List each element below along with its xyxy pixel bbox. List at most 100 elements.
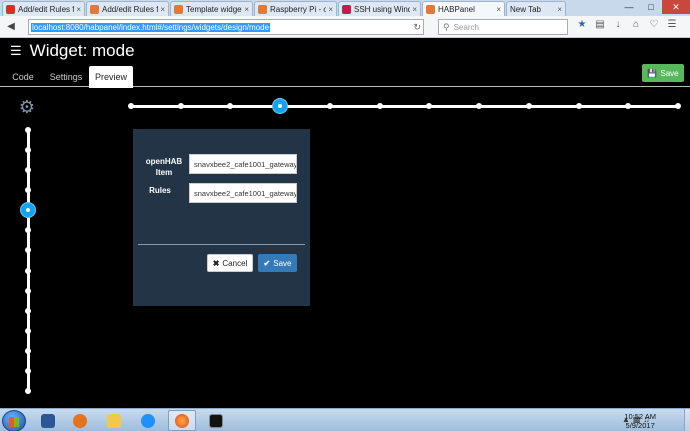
slider-step-dot[interactable] — [25, 268, 31, 274]
slider-step-dot[interactable] — [25, 167, 31, 173]
browser-tab[interactable]: Add/edit Rules fro× — [2, 1, 85, 16]
slider-step-dot[interactable] — [576, 103, 582, 109]
slider-step-dot[interactable] — [25, 147, 31, 153]
browser-tab[interactable]: New Tab × — [506, 1, 566, 16]
slider-step-dot[interactable] — [128, 103, 134, 109]
dialog-save-button[interactable]: ✔ Save — [258, 254, 297, 272]
bookmark-star-icon[interactable]: ★ — [576, 19, 588, 30]
save-widget-label: Save — [660, 68, 679, 78]
slider-step-dot[interactable] — [25, 388, 31, 394]
slider-step-dot[interactable] — [25, 308, 31, 314]
slider-step-dot[interactable] — [526, 103, 532, 109]
slider-step-dot[interactable] — [178, 103, 184, 109]
browser-tab-label: Add/edit Rules fro — [102, 4, 159, 14]
browser-tab-label: HABPanel — [438, 4, 475, 14]
tab-close-icon[interactable]: × — [244, 5, 249, 14]
browser-search-box[interactable]: ⚲ Search — [438, 19, 568, 35]
slider-step-dot[interactable] — [675, 103, 681, 109]
slider-step-dot[interactable] — [327, 103, 333, 109]
internet-explorer-app-icon[interactable] — [134, 410, 162, 431]
dialog-divider — [138, 244, 305, 245]
dialog-save-label: Save — [273, 258, 292, 268]
clock-date: 5/9/2017 — [625, 421, 655, 430]
slider-step-dot[interactable] — [377, 103, 383, 109]
slider-step-dot[interactable] — [25, 368, 31, 374]
slider-step-dot[interactable] — [227, 103, 233, 109]
cancel-button[interactable]: ✖ Cancel — [207, 254, 253, 272]
url-text: localhost:8080/habpanel/index.html#/sett… — [31, 22, 271, 32]
browser-tab[interactable]: HABPanel × — [422, 1, 505, 16]
tab-preview[interactable]: Preview — [89, 66, 133, 88]
browser-tab-label: Raspberry Pi - ope — [270, 4, 326, 14]
openhab-item-input[interactable]: snavxbee2_cafe1001_gateway_0001 — [189, 154, 297, 174]
favicon-icon — [6, 4, 15, 14]
checkmark-icon: ✔ — [263, 258, 271, 268]
clock-time: 10:52 AM — [624, 412, 656, 421]
media-player-app-icon[interactable] — [66, 410, 94, 431]
downloads-icon[interactable]: ↓ — [612, 19, 624, 30]
tab-close-icon[interactable]: × — [412, 5, 417, 14]
slider-step-dot[interactable] — [25, 288, 31, 294]
firefox-app-icon[interactable] — [168, 410, 196, 431]
browser-tab-label: Add/edit Rules fro — [18, 4, 75, 14]
browser-tab[interactable]: Template widget × — [170, 1, 253, 16]
menu-icon[interactable]: ☰ — [666, 19, 678, 30]
slider-step-dot[interactable] — [25, 348, 31, 354]
vertical-slider-track[interactable] — [20, 127, 36, 394]
file-explorer-app-icon[interactable] — [100, 410, 128, 431]
horizontal-slider-track[interactable] — [128, 98, 681, 114]
hamburger-menu-icon[interactable]: ☰ — [10, 43, 22, 59]
browser-tab[interactable]: Raspberry Pi - ope× — [254, 1, 337, 16]
gear-icon[interactable]: ⚙ — [18, 98, 36, 116]
tab-code[interactable]: Code — [6, 66, 40, 88]
favicon-icon — [426, 4, 435, 14]
slider-step-dot[interactable] — [25, 187, 31, 193]
bookmarks-list-icon[interactable]: ▤ — [594, 19, 606, 30]
window-controls: — □ ✕ — [618, 0, 690, 14]
search-placeholder: Search — [453, 22, 479, 32]
maximize-icon[interactable]: □ — [640, 0, 662, 14]
slider-step-dot[interactable] — [25, 247, 31, 253]
tab-close-icon[interactable]: × — [76, 5, 81, 14]
home-icon[interactable]: ⌂ — [630, 19, 642, 30]
save-disk-icon: 💾 — [647, 68, 658, 78]
clock[interactable]: 10:52 AM 5/9/2017 — [624, 412, 656, 430]
favicon-icon — [90, 4, 99, 14]
close-icon: ✖ — [212, 258, 220, 268]
rules-label: Rules — [149, 186, 171, 195]
openhab-item-label: openHAB Item — [141, 156, 187, 178]
save-widget-button[interactable]: 💾 Save — [642, 64, 684, 82]
start-button[interactable] — [2, 410, 26, 431]
tab-close-icon[interactable]: × — [496, 5, 501, 14]
app-header: ☰ Widget: mode — [0, 38, 690, 64]
reload-icon[interactable]: ↻ — [413, 22, 421, 33]
browser-tab[interactable]: Add/edit Rules fro× — [86, 1, 169, 16]
favicon-icon — [174, 4, 183, 14]
slider-handle[interactable] — [272, 98, 288, 114]
tab-close-icon[interactable]: × — [557, 5, 562, 14]
show-desktop-button[interactable] — [684, 409, 690, 431]
slider-step-dot[interactable] — [25, 127, 31, 133]
slider-step-dot[interactable] — [625, 103, 631, 109]
browser-tab-label: SSH using Windo — [354, 4, 410, 14]
word-app-icon[interactable] — [34, 410, 62, 431]
address-bar[interactable]: localhost:8080/habpanel/index.html#/sett… — [28, 19, 424, 35]
rules-input[interactable]: snavxbee2_cafe1001_gateway_0001 — [189, 183, 297, 203]
slider-handle[interactable] — [20, 202, 36, 218]
openhab-item-label-line1: openHAB — [145, 157, 183, 166]
tab-close-icon[interactable]: × — [160, 5, 165, 14]
minimize-icon[interactable]: — — [618, 0, 640, 14]
tab-settings[interactable]: Settings — [44, 66, 88, 88]
tab-close-icon[interactable]: × — [328, 5, 333, 14]
search-icon: ⚲ — [443, 21, 450, 32]
slider-step-dot[interactable] — [25, 328, 31, 334]
command-prompt-app-icon[interactable] — [202, 410, 230, 431]
browser-toolbar-icons: ★ ▤ ↓ ⌂ ♡ ☰ — [576, 19, 678, 30]
slider-step-dot[interactable] — [476, 103, 482, 109]
browser-tab[interactable]: SSH using Windo× — [338, 1, 421, 16]
slider-step-dot[interactable] — [426, 103, 432, 109]
back-icon[interactable]: ◀ — [4, 20, 18, 34]
slider-step-dot[interactable] — [25, 227, 31, 233]
pocket-icon[interactable]: ♡ — [648, 19, 660, 30]
close-window-icon[interactable]: ✕ — [662, 0, 690, 14]
